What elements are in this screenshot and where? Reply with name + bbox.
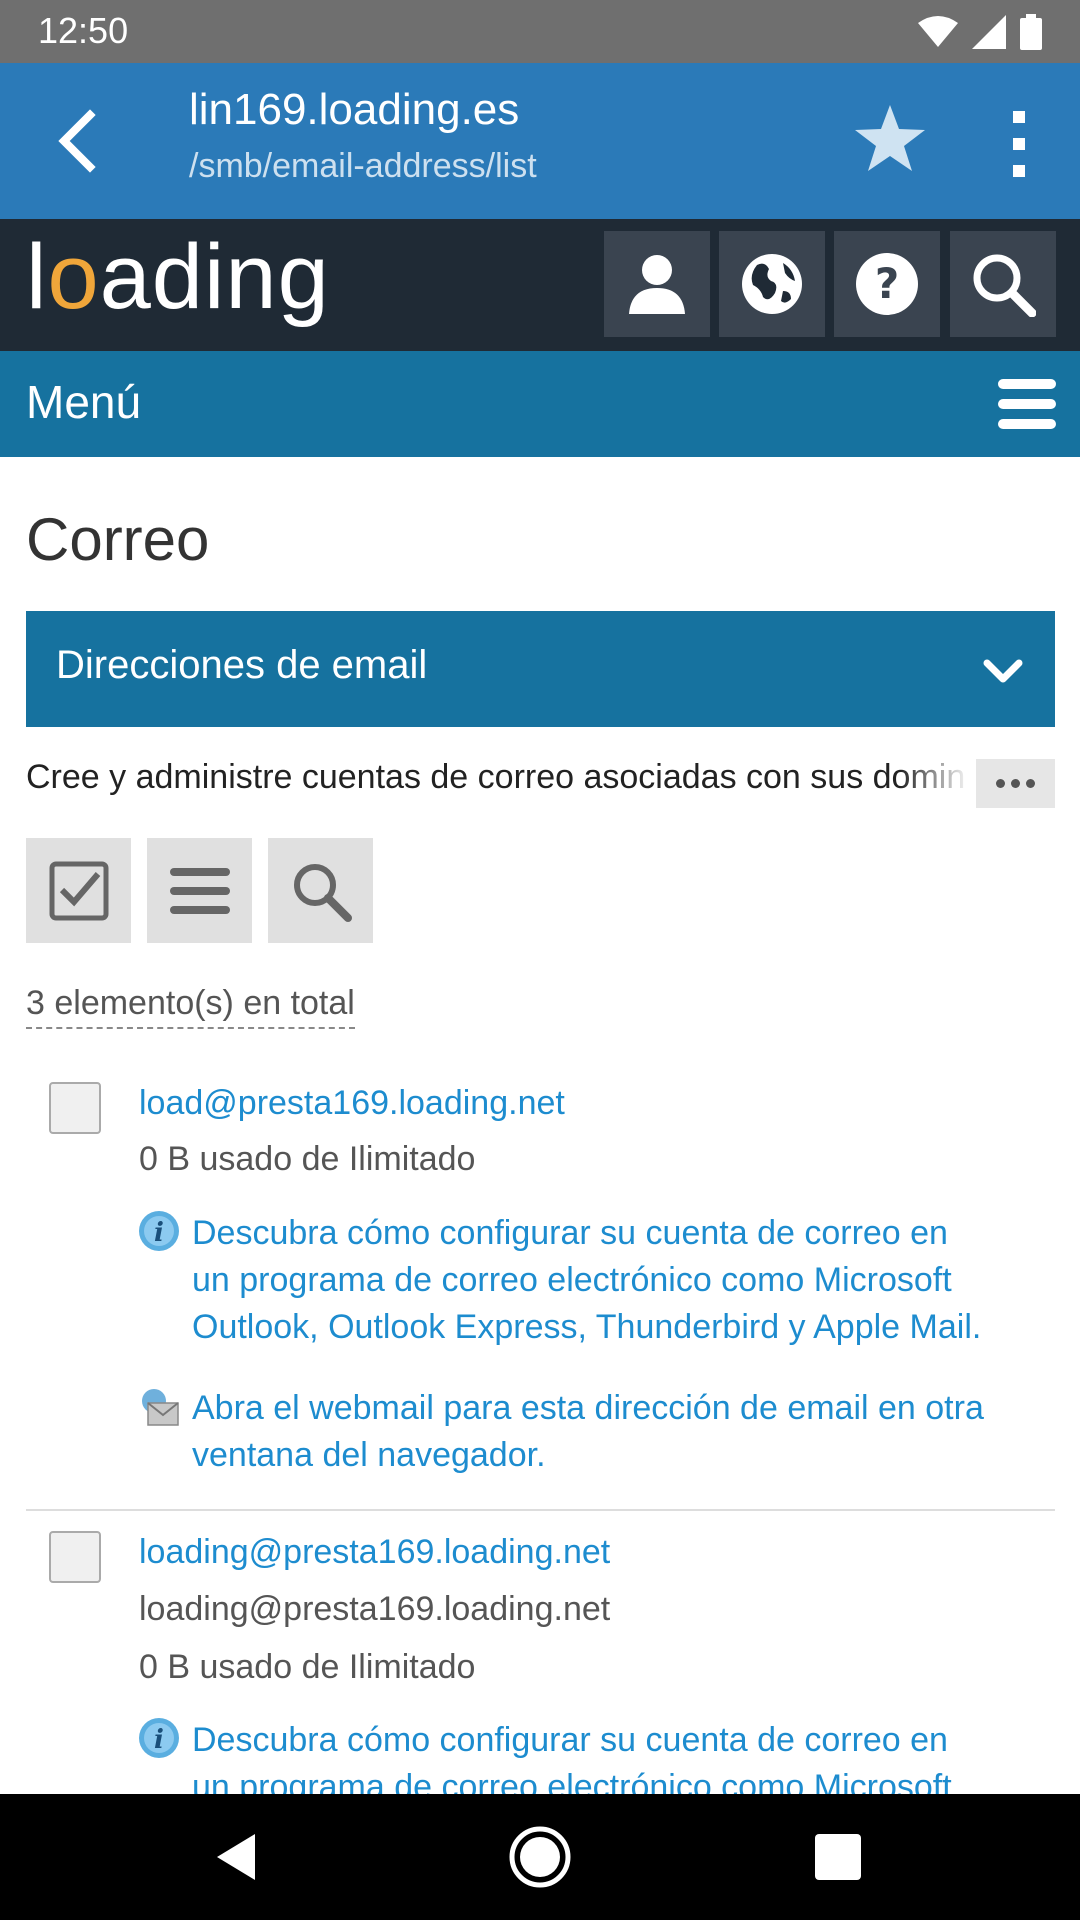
help-button[interactable]: ? (834, 231, 940, 337)
svg-text:i: i (154, 1725, 164, 1755)
status-time: 12:50 (38, 10, 129, 51)
help-line: Outlook, Outlook Express, Thunderbird y … (192, 1308, 982, 1346)
usage-text: 0 B usado de Ilimitado (139, 1140, 476, 1178)
svg-text:?: ? (875, 259, 899, 308)
info-icon: i (139, 1718, 179, 1758)
help-line: Descubra cómo configurar su cuenta de co… (192, 1214, 948, 1252)
select-all-button[interactable] (26, 838, 131, 943)
site-logo[interactable]: loading (26, 225, 330, 330)
nav-back-icon[interactable] (205, 1824, 271, 1890)
alias-text: loading@presta169.loading.net (139, 1590, 611, 1628)
search-button[interactable] (950, 231, 1056, 337)
menu-label[interactable]: Menú (26, 375, 141, 429)
help-line: un programa de correo electrónico como M… (192, 1261, 952, 1299)
section-dropdown[interactable]: Direcciones de email (26, 611, 1055, 727)
navigation-bar (0, 1794, 1080, 1920)
chevron-down-icon (983, 659, 1023, 683)
search-icon (973, 254, 1036, 317)
item-divider (26, 1509, 1055, 1511)
description-fade (900, 758, 970, 808)
back-arrow-icon[interactable] (50, 105, 110, 177)
item-checkbox[interactable] (49, 1082, 101, 1134)
webmail-icon (142, 1389, 179, 1426)
browser-title[interactable]: lin169.loading.es (189, 85, 519, 135)
svg-text:i: i (154, 1218, 164, 1248)
email-link[interactable]: loading@presta169.loading.net (139, 1529, 610, 1576)
user-button[interactable] (604, 231, 710, 337)
status-icons (918, 14, 1042, 50)
user-icon (629, 255, 685, 314)
site-header: loading ? (0, 219, 1080, 351)
language-button[interactable] (719, 231, 825, 337)
item-checkbox[interactable] (49, 1531, 101, 1583)
browser-url-path[interactable]: /smb/email-address/list (189, 147, 537, 186)
webmail-link[interactable]: Abra el webmail para esta dirección de e… (192, 1385, 984, 1479)
battery-icon (1020, 14, 1042, 50)
more-description-button[interactable] (976, 759, 1055, 808)
menu-bar[interactable]: Menú (0, 351, 1080, 457)
usage-text: 0 B usado de Ilimitado (139, 1648, 476, 1686)
hamburger-icon[interactable] (998, 379, 1056, 429)
list-view-button[interactable] (147, 838, 252, 943)
page-title: Correo (26, 506, 210, 573)
help-line: Descubra cómo configurar su cuenta de co… (192, 1721, 948, 1759)
webmail-line: Abra el webmail para esta dirección de e… (192, 1389, 984, 1427)
status-bar: 12:50 (0, 0, 1080, 63)
search-icon (293, 863, 352, 922)
browser-toolbar: lin169.loading.es /smb/email-address/lis… (0, 63, 1080, 219)
email-link[interactable]: load@presta169.loading.net (139, 1080, 565, 1127)
info-icon: i (139, 1211, 179, 1251)
list-icon (169, 867, 230, 914)
checkbox-icon (49, 861, 108, 920)
signal-icon (972, 15, 1006, 49)
configure-help-link[interactable]: Descubra cómo configurar su cuenta de co… (192, 1210, 981, 1351)
webmail-line: ventana del navegador. (192, 1436, 546, 1474)
section-label: Direcciones de email (56, 643, 428, 687)
total-count[interactable]: 3 elemento(s) en total (26, 984, 355, 1029)
section-description: Cree y administre cuentas de correo asoc… (26, 758, 966, 796)
globe-icon (742, 254, 802, 314)
nav-recents-icon[interactable] (805, 1824, 871, 1890)
search-list-button[interactable] (268, 838, 373, 943)
star-icon[interactable] (852, 101, 928, 177)
more-vert-icon[interactable] (1000, 109, 1038, 179)
help-icon: ? (856, 253, 918, 315)
nav-home-icon[interactable] (507, 1824, 573, 1890)
wifi-icon (918, 16, 958, 47)
